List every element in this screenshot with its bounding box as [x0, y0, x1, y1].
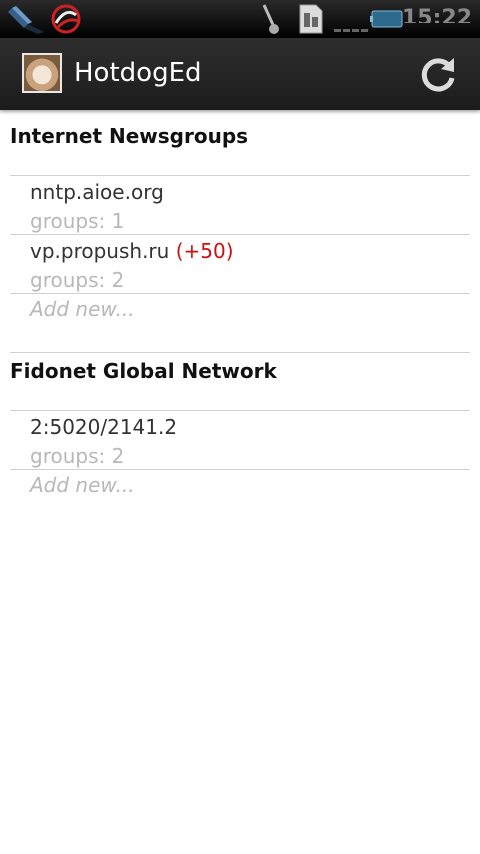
status-clock: 15:22 [401, 6, 472, 31]
server-name: nntp.aioe.org [30, 176, 470, 207]
app-avatar-icon[interactable] [22, 53, 62, 93]
server-row-vp-propush[interactable]: vp.propush.ru (+50) groups: 2 [10, 235, 470, 294]
server-name-text: 2:5020/2141.2 [30, 415, 178, 439]
server-name: vp.propush.ru (+50) [30, 235, 470, 266]
status-bar: 15:22 [0, 0, 480, 38]
section-header-fidonet: Fidonet Global Network [10, 353, 470, 411]
add-new-newsgroup-server[interactable]: Add new... [10, 294, 470, 353]
usb-icon [8, 6, 44, 34]
headset-icon [262, 4, 279, 34]
server-row-nntp-aioe[interactable]: nntp.aioe.org groups: 1 [10, 176, 470, 235]
server-name: 2:5020/2141.2 [30, 411, 470, 442]
sim-card-icon [299, 4, 323, 34]
app-title: HotdogEd [74, 58, 202, 88]
server-group-count: groups: 2 [30, 268, 125, 292]
refresh-icon[interactable] [416, 52, 460, 96]
server-group-count: groups: 1 [30, 209, 125, 233]
action-bar: HotdogEd [0, 38, 480, 110]
add-new-fidonet-node[interactable]: Add new... [10, 470, 470, 529]
section-header-internet-newsgroups: Internet Newsgroups [10, 118, 470, 176]
unread-count: (+50) [175, 239, 234, 263]
server-list: Internet Newsgroups nntp.aioe.org groups… [0, 118, 480, 529]
server-name-text: vp.propush.ru [30, 239, 170, 263]
signal-icon [334, 29, 368, 32]
app-notification-icon [51, 4, 81, 34]
server-group-count: groups: 2 [30, 444, 125, 468]
server-row-fidonet-address[interactable]: 2:5020/2141.2 groups: 2 [10, 411, 470, 470]
battery-icon [370, 10, 403, 28]
server-name-text: nntp.aioe.org [30, 180, 164, 204]
